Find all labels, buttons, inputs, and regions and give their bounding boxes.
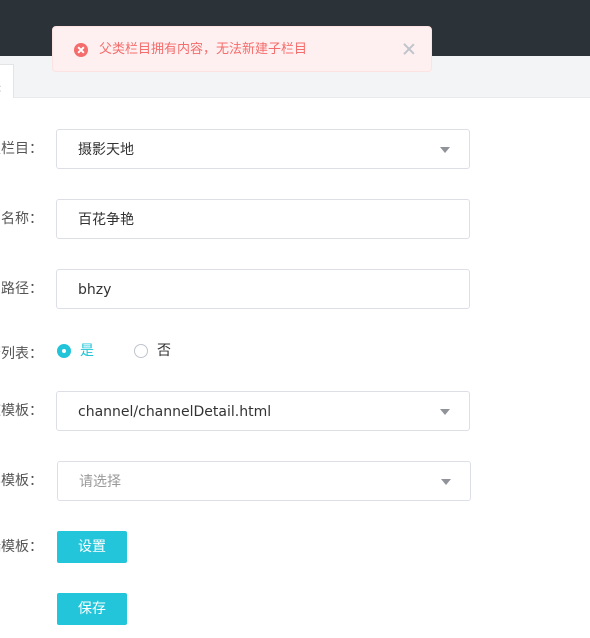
error-circle-icon bbox=[74, 43, 88, 57]
chevron-down-icon bbox=[441, 479, 451, 485]
column-path-input[interactable]: bhzy bbox=[56, 269, 470, 309]
chevron-down-icon bbox=[440, 409, 450, 415]
tab-close-icon[interactable]: × bbox=[0, 83, 2, 94]
close-icon[interactable] bbox=[403, 43, 415, 55]
channel-template-label: 道模板： bbox=[0, 403, 43, 419]
parent-column-value: 摄影天地 bbox=[78, 142, 134, 158]
column-name-label: 目名称： bbox=[0, 211, 43, 227]
channel-template-select[interactable]: channel/channelDetail.html bbox=[56, 391, 470, 431]
error-alert: 父类栏目拥有内容，无法新建子栏目 bbox=[52, 26, 432, 72]
channel-template-value: channel/channelDetail.html bbox=[78, 404, 272, 420]
radio-checked-icon bbox=[57, 344, 71, 358]
radio-unchecked-icon bbox=[134, 344, 148, 358]
parent-column-select[interactable]: 摄影天地 bbox=[56, 129, 470, 169]
save-button[interactable]: 保存 bbox=[57, 593, 127, 625]
alert-message: 父类栏目拥有内容，无法新建子栏目 bbox=[99, 42, 308, 57]
chevron-down-icon bbox=[440, 147, 450, 153]
parent-column-label: 级栏目： bbox=[0, 141, 43, 157]
tab-current[interactable]: × bbox=[0, 64, 14, 98]
content-template-placeholder: 请选择 bbox=[79, 474, 121, 490]
column-name-input[interactable]: 百花争艳 bbox=[56, 199, 470, 239]
column-path-label: 目路径： bbox=[0, 281, 43, 297]
content-template-label: 容模板： bbox=[0, 473, 43, 489]
column-name-value: 百花争艳 bbox=[78, 212, 134, 228]
content-template-select[interactable]: 请选择 bbox=[57, 461, 471, 501]
radio-no-label: 否 bbox=[157, 343, 171, 359]
is-list-label: 否列表： bbox=[0, 346, 43, 362]
settings-button[interactable]: 设置 bbox=[57, 531, 127, 563]
mobile-template-label: 端模板： bbox=[0, 539, 43, 555]
radio-yes-label: 是 bbox=[80, 343, 94, 359]
column-path-value: bhzy bbox=[78, 282, 112, 298]
